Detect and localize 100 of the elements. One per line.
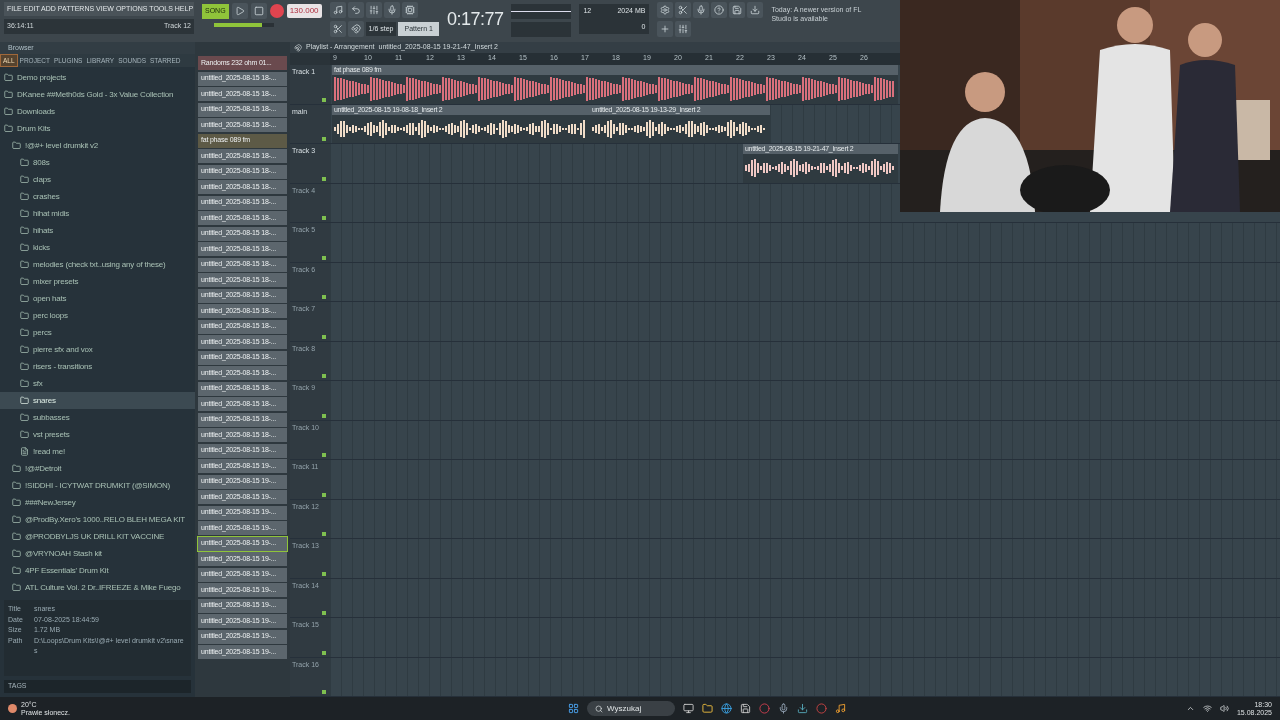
file-icon [20, 447, 29, 456]
browser-item[interactable]: !SIDDHI - ICYTWAT DRUMKIT (@SIMON) [0, 477, 195, 494]
music-app-icon[interactable] [835, 703, 846, 714]
mixer-icon[interactable] [675, 21, 692, 37]
track-led-icon[interactable] [322, 611, 326, 615]
task-view-icon[interactable] [683, 703, 694, 714]
browser-item[interactable]: claps [0, 171, 195, 188]
folder-icon [20, 345, 29, 354]
folder-icon [20, 260, 29, 269]
folder-icon [4, 73, 13, 82]
browser-item[interactable]: open hats [0, 290, 195, 307]
browser-item[interactable]: !@#Detroit [0, 460, 195, 477]
download-icon[interactable] [797, 703, 808, 714]
track-led-icon[interactable] [322, 650, 326, 655]
browser-item[interactable]: @PRODBYLJS UK DRILL KIT VACCINE [0, 528, 195, 545]
browser-item[interactable]: sfx [0, 375, 195, 392]
browser-item[interactable]: kicks [0, 239, 195, 256]
track-led-icon[interactable] [322, 255, 326, 260]
browser-item[interactable]: DKanee ##Meth0ds Gold - 3x Value Collection [0, 86, 195, 103]
folder-icon [20, 430, 29, 439]
folder-icon [4, 90, 13, 99]
folder-icon [20, 243, 29, 252]
browser-item[interactable]: vst presets [0, 426, 195, 443]
folder-icon [20, 192, 29, 201]
master-volume-slider[interactable] [214, 23, 274, 27]
magnet-icon[interactable] [347, 21, 364, 37]
track-led-icon[interactable] [322, 176, 326, 181]
wifi-icon[interactable] [1202, 704, 1212, 713]
folder-icon [12, 566, 21, 575]
microphone-icon[interactable] [383, 2, 400, 18]
browser-item[interactable]: mixer presets [0, 273, 195, 290]
folder-icon [12, 498, 21, 507]
folder-icon [12, 515, 21, 524]
browser-item[interactable]: Demo projects [0, 69, 195, 86]
circle-icon[interactable] [816, 703, 827, 714]
track-led-icon[interactable] [322, 374, 326, 378]
track-led-icon[interactable] [322, 334, 326, 339]
browser-item[interactable]: crashes [0, 188, 195, 205]
tempo-display[interactable]: 130.000 [286, 4, 322, 18]
folder-icon [12, 464, 21, 473]
chip-icon[interactable] [401, 2, 418, 18]
record-button[interactable] [269, 4, 284, 18]
help-icon[interactable] [711, 2, 728, 18]
browser-item[interactable]: 4PF Essentials' Drum Kit [0, 562, 195, 579]
track-led-icon[interactable] [322, 216, 326, 220]
folder-icon [12, 532, 21, 541]
folder-icon [12, 549, 21, 558]
settings-icon[interactable] [657, 2, 674, 18]
browser-item[interactable]: ATL Culture Vol. 2 Dr..IFREEZE & Mike Fuego [0, 579, 195, 596]
browser-item[interactable]: !read me! [0, 443, 195, 460]
track-led-icon[interactable] [322, 295, 326, 299]
save-icon[interactable] [729, 2, 746, 18]
browser-item[interactable]: 808s [0, 154, 195, 171]
scissors-icon[interactable] [675, 2, 692, 18]
track-led-icon[interactable] [322, 532, 326, 536]
browser-item[interactable]: subbasses [0, 409, 195, 426]
browser-item[interactable]: hihats [0, 222, 195, 239]
track-led-icon[interactable] [322, 137, 326, 141]
folder-icon [20, 294, 29, 303]
folder-icon [20, 311, 29, 320]
download-icon[interactable] [747, 2, 764, 18]
browser-item[interactable]: snares [0, 392, 195, 409]
search-icon [595, 704, 603, 713]
start-icon[interactable] [568, 703, 579, 714]
track-led-icon[interactable] [322, 690, 326, 694]
browser-item[interactable]: pierre sfx and vox [0, 341, 195, 358]
file-explorer-icon[interactable] [702, 703, 713, 714]
browser-item[interactable]: risers - transitions [0, 358, 195, 375]
folder-icon [20, 379, 29, 388]
track-led-icon[interactable] [322, 97, 326, 102]
browser-item[interactable]: @VRYNOAH Stash kit [0, 545, 195, 562]
browser-item[interactable]: ###NewJersey [0, 494, 195, 511]
weather-icon[interactable] [8, 704, 17, 713]
track-led-icon[interactable] [322, 571, 326, 576]
browser-item[interactable]: @ProdBy.Xero's 1000..RELO BLEH MEGA KIT [0, 511, 195, 528]
undo-icon[interactable] [347, 2, 364, 18]
browser-item[interactable]: melodies (check txt..using any of these) [0, 256, 195, 273]
add-icon[interactable] [657, 21, 674, 37]
browser-item[interactable]: !@#+ level drumkit v2 [0, 137, 195, 154]
browser-item[interactable]: hihat midis [0, 205, 195, 222]
browser-item[interactable]: perc loops [0, 307, 195, 324]
scissors-icon[interactable] [329, 21, 346, 37]
metronome-icon[interactable] [329, 2, 346, 18]
browser-item[interactable]: Drum Kits [0, 120, 195, 137]
browser-icon[interactable] [721, 703, 732, 714]
magnet-icon[interactable] [294, 43, 302, 52]
play-button[interactable] [231, 3, 248, 19]
microphone-icon[interactable] [693, 2, 710, 18]
folder-icon [20, 158, 29, 167]
stop-button[interactable] [250, 3, 267, 19]
track-led-icon[interactable] [322, 413, 326, 418]
volume-icon[interactable] [1219, 704, 1229, 713]
track-led-icon[interactable] [322, 453, 326, 457]
track-led-icon[interactable] [322, 492, 326, 497]
browser-item[interactable]: percs [0, 324, 195, 341]
sliders-icon[interactable] [365, 2, 382, 18]
circle-icon[interactable] [759, 703, 770, 714]
microphone-icon[interactable] [778, 703, 789, 714]
browser-item[interactable]: Downloads [0, 103, 195, 120]
taskbar-search-field[interactable]: Wyszukaj [587, 701, 675, 716]
